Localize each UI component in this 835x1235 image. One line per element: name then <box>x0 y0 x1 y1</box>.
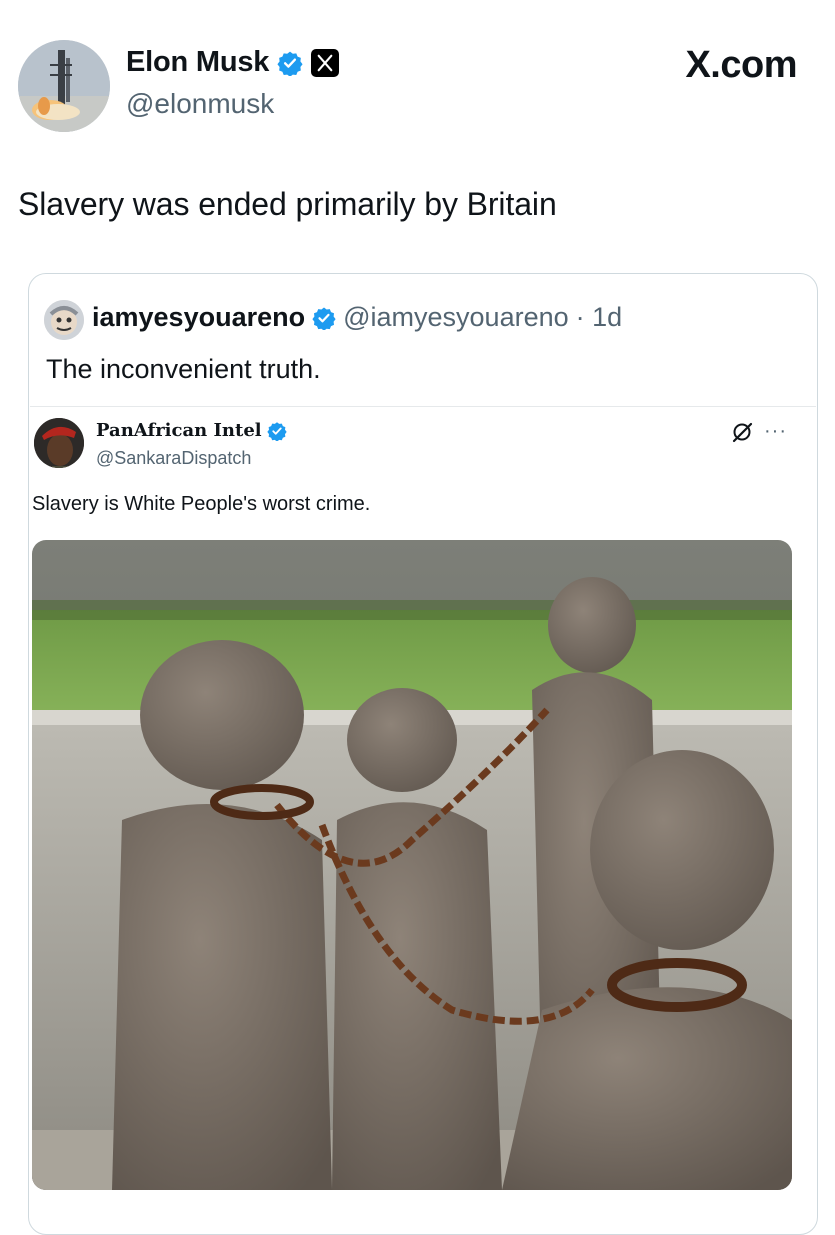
verified-badge-icon <box>277 51 303 76</box>
author-handle[interactable]: @elonmusk <box>126 88 274 120</box>
quote-author-name[interactable]: iamyesyouareno <box>92 302 305 333</box>
author-avatar[interactable] <box>18 40 110 132</box>
divider <box>30 406 816 407</box>
quote-author-handle[interactable]: @iamyesyouareno <box>343 302 569 333</box>
grok-icon <box>732 422 753 443</box>
more-dots-icon: ··· <box>764 420 787 442</box>
tweet-text: Slavery was ended primarily by Britain <box>18 186 557 222</box>
author-name[interactable]: Elon Musk <box>126 46 269 79</box>
quote-avatar[interactable] <box>44 300 84 340</box>
embedded-author-name: PanAfrican Intel <box>96 420 262 441</box>
x-logo-icon <box>311 48 340 77</box>
embedded-avatar <box>34 418 84 468</box>
beret-portrait-avatar <box>34 418 84 468</box>
embedded-text: Slavery is White People's worst crime. <box>32 493 371 515</box>
author-name-row: Elon Musk <box>126 46 340 79</box>
chained-statues-image <box>32 540 792 1190</box>
cartoon-face-avatar <box>44 300 84 340</box>
embedded-name-row: PanAfrican Intel <box>96 420 287 441</box>
verified-badge-icon <box>312 307 336 330</box>
quote-text: The inconvenient truth. <box>46 354 321 384</box>
verified-badge-icon <box>266 421 287 441</box>
rocket-launch-avatar <box>18 40 110 132</box>
brand-label: X.com <box>685 44 797 86</box>
quote-time[interactable]: · 1d <box>576 302 623 333</box>
quote-header: iamyesyouareno @iamyesyouareno · 1d <box>92 302 622 333</box>
embedded-author-handle: @SankaraDispatch <box>96 448 252 468</box>
statue-photo <box>32 540 792 1190</box>
